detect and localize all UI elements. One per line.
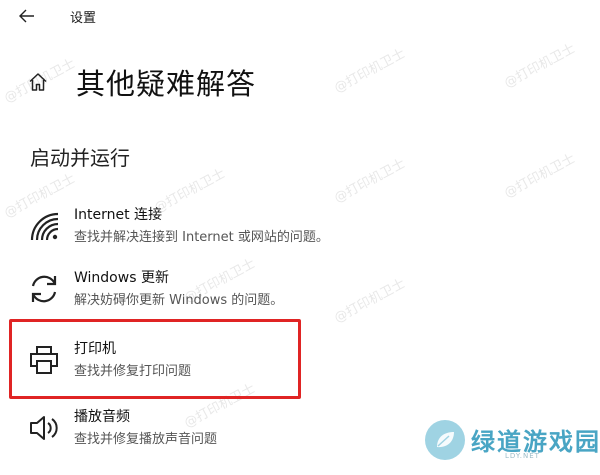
section-title: 启动并运行 bbox=[30, 146, 130, 170]
page-header: 其他疑难解答 bbox=[26, 62, 256, 102]
item-name: Windows 更新 bbox=[74, 270, 169, 286]
troubleshoot-item-audio[interactable]: 播放音频 查找并修复播放声音问题 bbox=[24, 404, 444, 458]
title-bar: 设置 bbox=[0, 0, 600, 34]
speaker-icon bbox=[24, 408, 64, 448]
watermark-text: @打印机卫士 bbox=[501, 41, 578, 92]
brand-url: LDY.NET bbox=[505, 452, 540, 460]
highlight-box bbox=[9, 319, 301, 399]
troubleshoot-item-internet[interactable]: Internet 连接 查找并解决连接到 Internet 或网站的问题。 bbox=[24, 202, 444, 256]
watermark-text: @打印机卫士 bbox=[501, 151, 578, 202]
back-button[interactable] bbox=[14, 4, 40, 28]
sync-icon bbox=[24, 269, 64, 309]
brand-logo bbox=[425, 420, 465, 460]
item-description: 解决妨碍你更新 Windows 的问题。 bbox=[74, 293, 284, 308]
item-description: 查找并修复播放声音问题 bbox=[74, 432, 218, 447]
wifi-icon bbox=[24, 206, 64, 246]
item-name: Internet 连接 bbox=[74, 207, 163, 223]
window-title: 设置 bbox=[70, 11, 97, 26]
leaf-icon bbox=[437, 432, 454, 448]
home-icon[interactable] bbox=[26, 70, 50, 94]
item-name: 播放音频 bbox=[74, 409, 130, 425]
page-title: 其他疑难解答 bbox=[76, 67, 257, 101]
watermark-text: @打印机卫士 bbox=[331, 46, 408, 97]
troubleshoot-item-windows-update[interactable]: Windows 更新 解决妨碍你更新 Windows 的问题。 bbox=[24, 265, 444, 319]
arrow-left-icon bbox=[19, 9, 34, 23]
item-description: 查找并解决连接到 Internet 或网站的问题。 bbox=[74, 230, 329, 245]
watermark-text: @打印机卫士 bbox=[331, 156, 408, 207]
brand-watermark: 绿道游戏园 LDY.NET bbox=[425, 418, 599, 468]
